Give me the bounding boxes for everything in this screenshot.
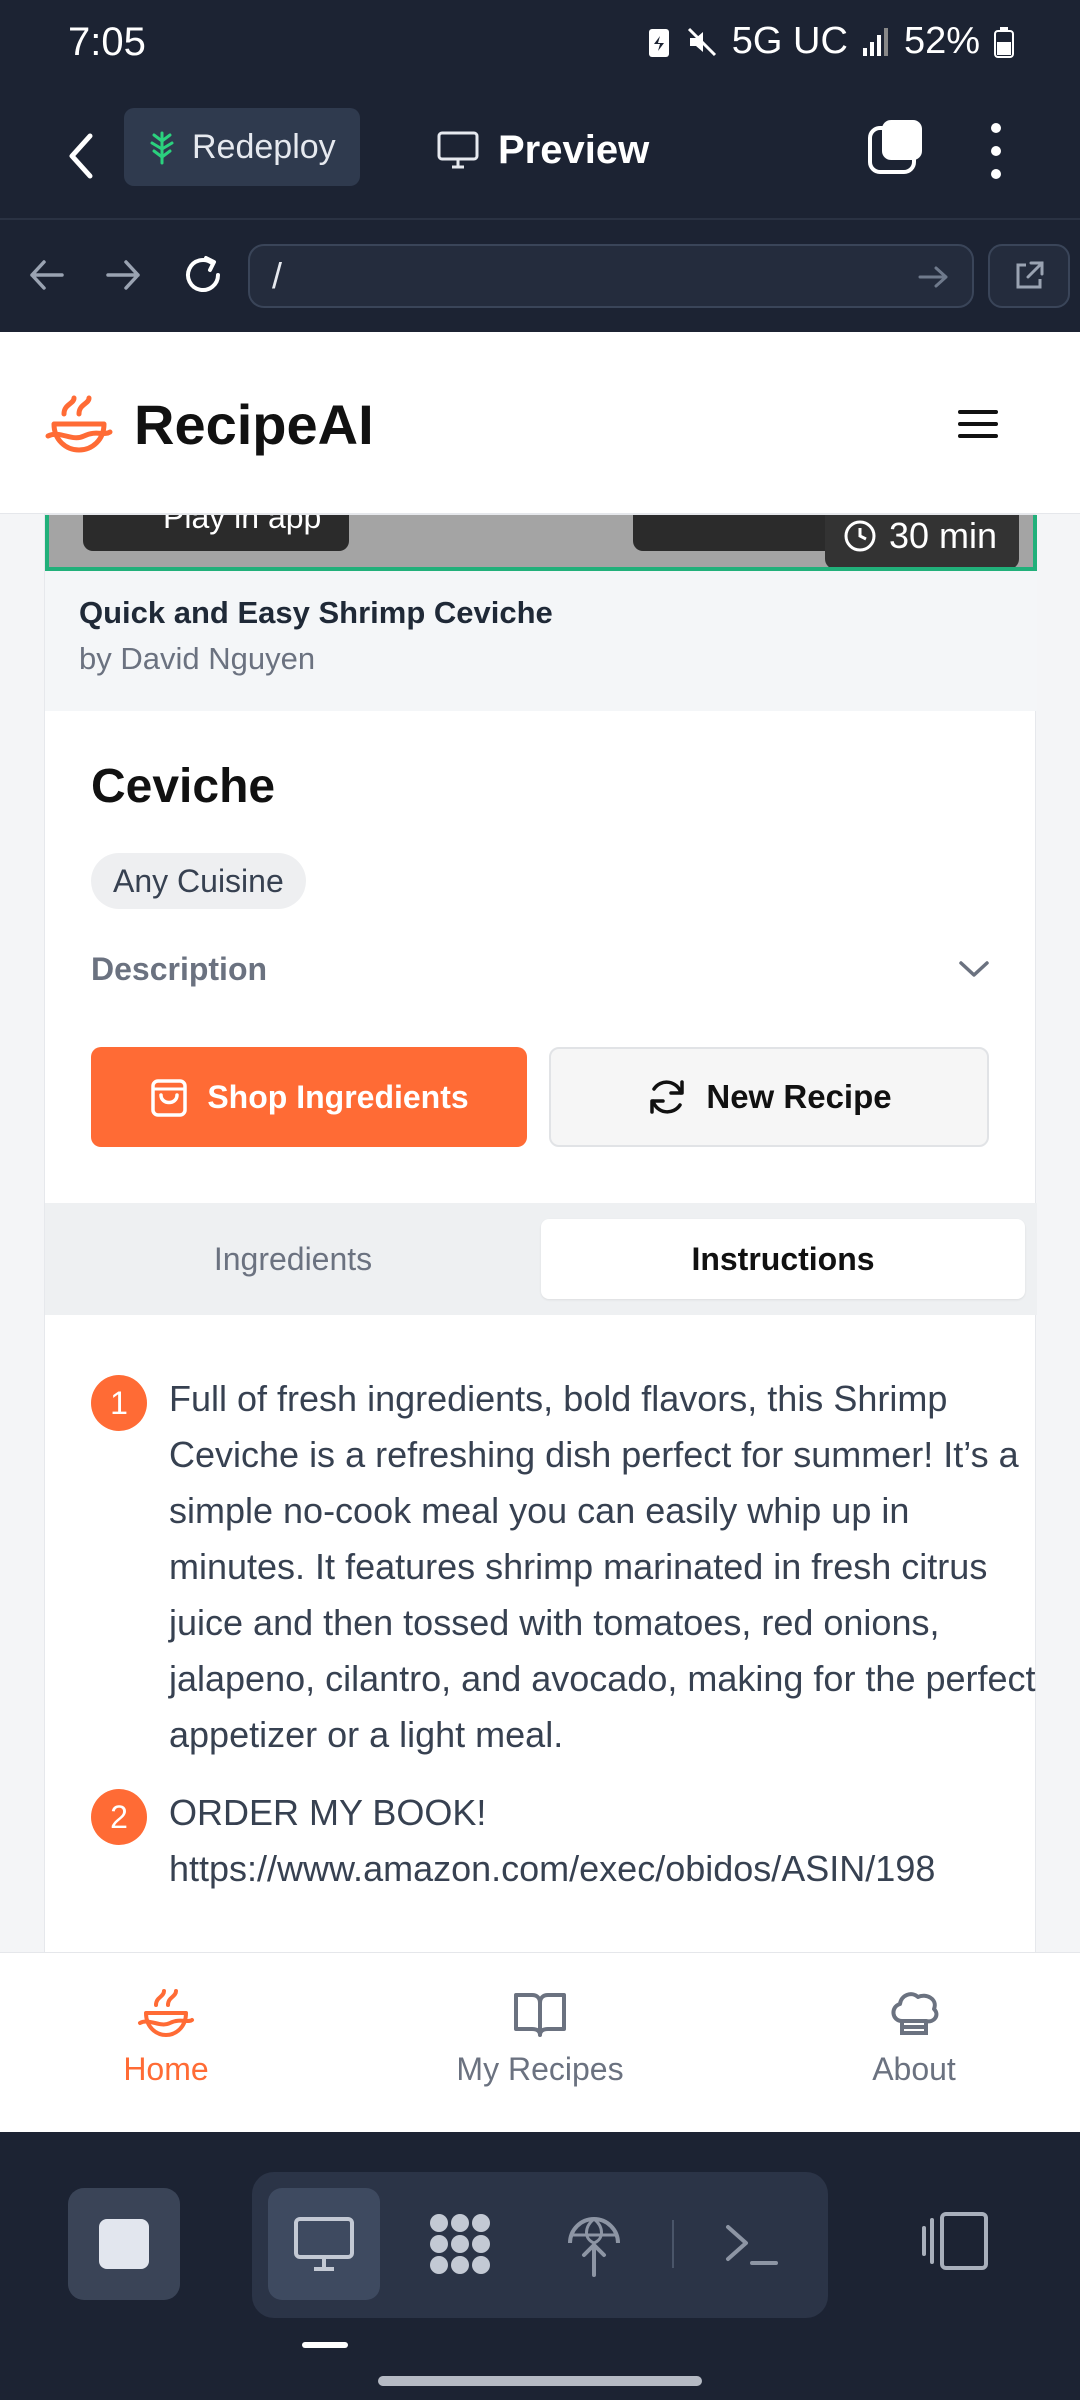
tabs-icon[interactable] (866, 116, 926, 176)
redeploy-label: Redeploy (192, 127, 336, 166)
battery-percent: 52% (903, 20, 980, 62)
instruction-step: 1 Full of fresh ingredients, bold flavor… (91, 1371, 1037, 1763)
brand-name[interactable]: RecipeAI (134, 392, 374, 457)
preview-tab[interactable]: Preview (436, 120, 649, 180)
shop-ingredients-label: Shop Ingredients (207, 1078, 469, 1115)
status-time: 7:05 (68, 20, 146, 64)
step-number: 2 (91, 1789, 147, 1845)
play-in-app-pill[interactable]: Play in app (83, 515, 349, 551)
status-bar: 7:05 5G UC 52% (0, 0, 1080, 92)
book-open-icon (514, 1993, 566, 2037)
status-icons: 5G UC 52% (646, 20, 1014, 63)
back-chevron-icon[interactable] (58, 126, 102, 186)
grid-dots-icon (430, 2214, 490, 2274)
chef-hat-icon (891, 1992, 939, 2035)
deploy-tool-button[interactable] (538, 2188, 650, 2300)
network-label: 5G UC (731, 20, 848, 62)
video-title[interactable]: Quick and Easy Shrimp Ceviche (79, 595, 1003, 631)
tab-ingredients[interactable]: Ingredients (45, 1219, 541, 1299)
tab-instructions[interactable]: Instructions (541, 1219, 1025, 1299)
web-page: RecipeAI Play in app 30 min Quick and Ea… (0, 332, 1080, 2132)
apps-tool-button[interactable] (404, 2188, 516, 2300)
stop-square-icon (99, 2219, 149, 2269)
more-vertical-icon[interactable] (976, 116, 1016, 186)
monitor-icon (294, 2217, 354, 2271)
new-recipe-label: New Recipe (706, 1078, 892, 1115)
open-external-button[interactable] (988, 244, 1070, 308)
shopping-bag-icon (151, 1079, 188, 1117)
go-arrow-icon[interactable] (916, 260, 950, 294)
browser-url-bar: / (0, 220, 1080, 332)
step-text: ORDER MY BOOK! (169, 1792, 487, 1833)
redeploy-button[interactable]: Redeploy (124, 108, 360, 186)
site-header: RecipeAI (0, 332, 1080, 514)
reload-icon[interactable] (178, 250, 228, 300)
stop-button[interactable] (68, 2188, 180, 2300)
nav-home[interactable]: Home (16, 1987, 316, 2088)
home-bowl-icon (138, 1989, 194, 2037)
battery-saver-icon (648, 28, 669, 57)
app-bottom-nav: Home My Recipes About (0, 1952, 1080, 2132)
hamburger-menu-icon[interactable] (956, 404, 1000, 444)
refresh-icon (650, 1080, 685, 1114)
recipe-bowl-logo-icon[interactable] (44, 390, 114, 460)
recipe-card: Play in app 30 min Quick and Easy Shrimp… (44, 514, 1037, 2132)
step-link[interactable]: https://www.amazon.com/exec/obidos/ASIN/… (169, 1841, 1037, 1897)
tool-group (252, 2172, 828, 2318)
description-label: Description (91, 950, 268, 987)
battery-icon (994, 26, 1014, 58)
video-thumbnail[interactable]: Play in app 30 min (45, 515, 1037, 571)
home-gesture-bar[interactable] (378, 2376, 702, 2386)
duration-badge: 30 min (825, 515, 1019, 567)
nav-my-recipes-label: My Recipes (456, 2051, 624, 2087)
preview-tool-button[interactable] (268, 2188, 380, 2300)
shop-ingredients-button[interactable]: Shop Ingredients (91, 1047, 527, 1147)
cuisine-badge: Any Cuisine (91, 853, 306, 909)
url-input[interactable]: / (248, 244, 974, 308)
video-author: by David Nguyen (79, 641, 316, 676)
terminal-icon (726, 2225, 778, 2265)
nav-about[interactable]: About (764, 1987, 1064, 2088)
nav-my-recipes[interactable]: My Recipes (390, 1987, 690, 2088)
url-text: / (272, 255, 283, 296)
signal-icon (862, 27, 888, 56)
arrow-right-icon[interactable] (98, 250, 148, 300)
step-text: Full of fresh ingredients, bold flavors,… (169, 1378, 1036, 1755)
clock-icon (844, 520, 876, 552)
preview-label: Preview (498, 127, 650, 172)
chevron-down-icon (959, 961, 989, 977)
description-toggle[interactable]: Description (91, 939, 991, 999)
app-toolbar: Redeploy Preview (0, 92, 1080, 220)
external-link-icon (1016, 261, 1044, 289)
shell-tool-button[interactable] (696, 2188, 808, 2300)
ide-bottom-toolbar (0, 2132, 1080, 2400)
new-recipe-button[interactable]: New Recipe (549, 1047, 989, 1147)
instruction-step: 2 ORDER MY BOOK! https://www.amazon.com/… (91, 1785, 1037, 1897)
arrow-left-icon[interactable] (22, 250, 72, 300)
recipe-title: Ceviche (91, 760, 276, 813)
instruction-steps: 1 Full of fresh ingredients, bold flavor… (91, 1371, 1037, 1919)
deploy-tree-icon (150, 131, 174, 165)
nav-home-label: Home (123, 2051, 209, 2087)
globe-upload-icon (568, 2217, 620, 2277)
active-tool-indicator (302, 2342, 348, 2348)
nav-about-label: About (872, 2051, 956, 2087)
duration-text: 30 min (889, 515, 998, 556)
video-meta: Quick and Easy Shrimp Ceviche by David N… (45, 571, 1037, 711)
mute-icon (687, 27, 716, 56)
toolbar-divider (672, 2220, 674, 2268)
side-panel-icon[interactable] (920, 2210, 990, 2272)
monitor-icon (437, 131, 479, 169)
step-number: 1 (91, 1375, 147, 1431)
recipe-tabs: Ingredients Instructions (45, 1203, 1037, 1315)
